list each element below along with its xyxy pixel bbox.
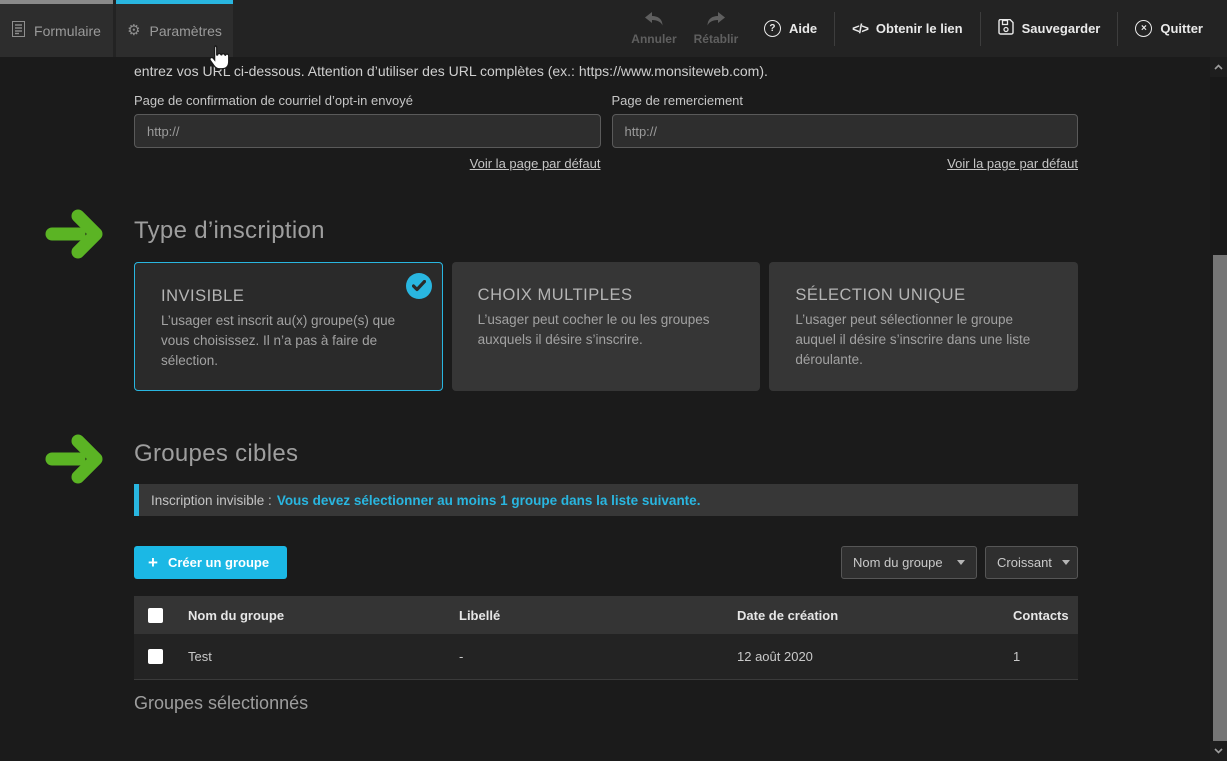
sort-order-value: Croissant <box>997 555 1052 570</box>
url-fields: Page de confirmation de courriel d’opt-i… <box>134 93 1078 173</box>
vertical-scrollbar[interactable] <box>1210 57 1227 761</box>
undo-label: Annuler <box>631 32 676 46</box>
card-choix-multiples-title: CHOIX MULTIPLES <box>478 286 737 305</box>
chevron-down-icon <box>1062 560 1070 565</box>
notice-prefix: Inscription invisible : <box>151 493 272 508</box>
help-label: Aide <box>789 21 817 36</box>
tab-parametres-label: Paramètres <box>150 23 222 39</box>
topbar-actions: Annuler Rétablir ? Aide </> Obtenir le l… <box>623 0 1203 57</box>
selected-groups-heading: Groupes sélectionnés <box>134 693 308 714</box>
row-group-name: Test <box>188 649 459 664</box>
quit-label: Quitter <box>1160 21 1203 36</box>
optin-confirmation-input[interactable] <box>134 114 601 148</box>
groups-section-title: Groupes cibles <box>134 440 298 468</box>
card-choix-multiples-description: L’usager peut cocher le ou les groupes a… <box>478 310 737 350</box>
tab-formulaire[interactable]: Formulaire <box>0 0 113 57</box>
undo-arrow-icon <box>643 11 665 29</box>
quit-button[interactable]: × Quitter <box>1118 0 1203 57</box>
notice-highlight: Vous devez sélectionner au moins 1 group… <box>277 493 701 508</box>
thankyou-input[interactable] <box>612 114 1079 148</box>
settings-panel: entrez vos URL ci-dessous. Attention d’u… <box>134 57 1078 761</box>
row-group-label: - <box>459 649 737 664</box>
save-button[interactable]: Sauvegarder <box>981 0 1118 57</box>
invisible-notice-bar: Inscription invisible : Vous devez sélec… <box>134 484 1078 516</box>
url-intro-text: entrez vos URL ci-dessous. Attention d’u… <box>134 63 1078 79</box>
header-contacts: Contacts <box>1013 608 1078 623</box>
inscription-section-title: Type d’inscription <box>134 217 325 245</box>
green-arrow-inscription <box>42 209 114 259</box>
create-group-button[interactable]: + Créer un groupe <box>134 546 287 579</box>
undo-button[interactable]: Annuler <box>623 11 685 46</box>
tab-formulaire-label: Formulaire <box>34 23 101 39</box>
header-libelle: Libellé <box>459 608 737 623</box>
header-nom-du-groupe: Nom du groupe <box>188 608 459 623</box>
select-all-checkbox[interactable] <box>148 608 163 623</box>
tab-bar: Formulaire ⚙ Paramètres <box>0 0 233 57</box>
optin-confirmation-field: Page de confirmation de courriel d’opt-i… <box>134 93 601 173</box>
get-link-label: Obtenir le lien <box>876 21 963 36</box>
thankyou-default-page-link[interactable]: Voir la page par défaut <box>947 156 1078 171</box>
table-header-row: Nom du groupe Libellé Date de création C… <box>134 596 1078 634</box>
redo-arrow-icon <box>705 11 727 29</box>
card-selection-unique-description: L’usager peut sélectionner le groupe auq… <box>795 310 1054 370</box>
card-invisible-title: INVISIBLE <box>161 287 418 306</box>
scrollbar-thumb[interactable] <box>1213 255 1227 741</box>
create-group-label: Créer un groupe <box>168 555 269 570</box>
row-group-contacts: 1 <box>1013 649 1078 664</box>
plus-icon: + <box>148 554 158 571</box>
optin-confirmation-label: Page de confirmation de courriel d’opt-i… <box>134 93 601 109</box>
document-icon <box>12 21 25 40</box>
groups-table: Nom du groupe Libellé Date de création C… <box>134 596 1078 680</box>
table-row[interactable]: Test - 12 août 2020 1 <box>134 634 1078 680</box>
redo-label: Rétablir <box>694 32 739 46</box>
topbar: Formulaire ⚙ Paramètres Annuler Rétablir… <box>0 0 1227 57</box>
sort-field-value: Nom du groupe <box>853 555 943 570</box>
card-selection-unique[interactable]: SÉLECTION UNIQUE L’usager peut sélection… <box>769 262 1078 391</box>
scroll-up-button[interactable] <box>1210 57 1227 77</box>
get-link-button[interactable]: </> Obtenir le lien <box>835 0 979 57</box>
tab-parametres[interactable]: ⚙ Paramètres <box>116 0 233 57</box>
question-circle-icon: ? <box>764 20 781 37</box>
green-arrow-groupes <box>42 434 114 484</box>
row-checkbox[interactable] <box>148 649 163 664</box>
inscription-type-cards: INVISIBLE L’usager est inscrit au(x) gro… <box>134 262 1078 391</box>
thankyou-field: Page de remerciement Voir la page par dé… <box>612 93 1079 173</box>
header-date-creation: Date de création <box>737 608 1013 623</box>
row-group-date: 12 août 2020 <box>737 649 1013 664</box>
check-circle-icon <box>406 273 432 299</box>
sort-field-select[interactable]: Nom du groupe <box>841 546 977 579</box>
thankyou-label: Page de remerciement <box>612 93 1079 109</box>
card-choix-multiples[interactable]: CHOIX MULTIPLES L’usager peut cocher le … <box>452 262 761 391</box>
close-circle-icon: × <box>1135 20 1152 37</box>
groups-toolbar: + Créer un groupe Nom du groupe Croissan… <box>134 546 1078 579</box>
optin-default-page-link[interactable]: Voir la page par défaut <box>470 156 601 171</box>
scroll-down-button[interactable] <box>1210 741 1227 761</box>
card-invisible-description: L’usager est inscrit au(x) groupe(s) que… <box>161 311 418 371</box>
card-invisible[interactable]: INVISIBLE L’usager est inscrit au(x) gro… <box>134 262 443 391</box>
floppy-icon <box>998 19 1014 38</box>
chevron-down-icon <box>957 560 965 565</box>
redo-button[interactable]: Rétablir <box>685 11 747 46</box>
gear-icon: ⚙ <box>127 23 140 38</box>
card-selection-unique-title: SÉLECTION UNIQUE <box>795 286 1054 305</box>
save-label: Sauvegarder <box>1022 21 1101 36</box>
help-button[interactable]: ? Aide <box>747 0 834 57</box>
code-icon: </> <box>852 21 868 36</box>
sort-order-select[interactable]: Croissant <box>985 546 1078 579</box>
